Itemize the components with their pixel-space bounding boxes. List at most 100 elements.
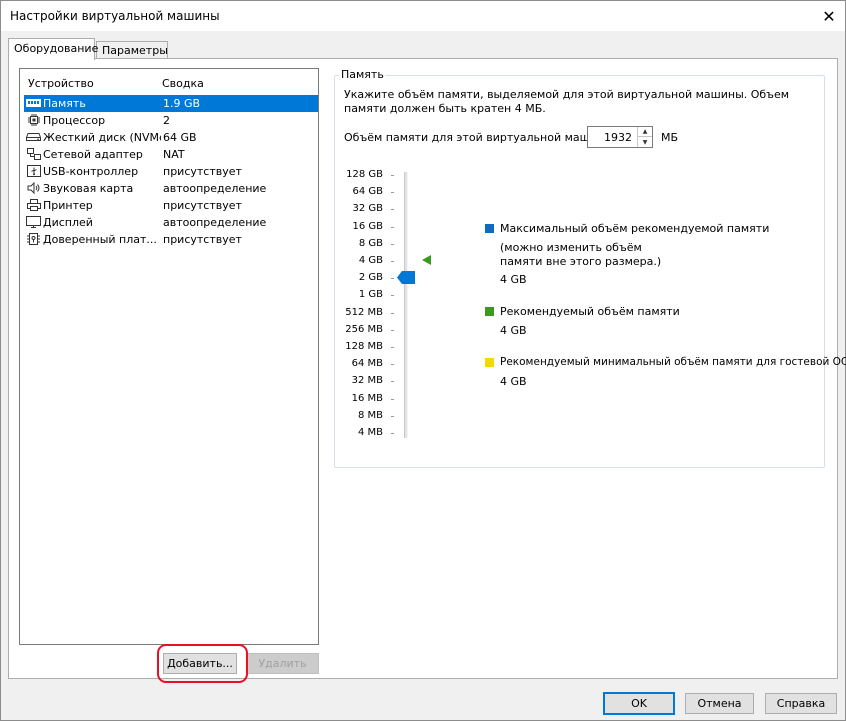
memory-scale-tick xyxy=(391,312,394,314)
memory-scale-tick xyxy=(391,381,394,383)
recommended-marker-icon xyxy=(422,255,432,265)
memory-icon xyxy=(26,97,41,109)
device-summary: присутствует xyxy=(163,233,242,246)
window-title: Настройки виртуальной машины xyxy=(10,9,220,23)
memory-scale-tick xyxy=(391,398,394,400)
network-adapter-icon xyxy=(26,148,41,160)
device-name: Жесткий диск (NVMe) xyxy=(43,131,161,144)
device-row-sound-card[interactable]: Звуковая карта автоопределение xyxy=(24,180,318,197)
memory-slider-thumb[interactable] xyxy=(397,271,415,284)
device-name: USB-контроллер xyxy=(43,165,139,178)
device-row-trusted-platform[interactable]: Доверенный плат... присутствует xyxy=(24,231,318,248)
device-row-usb-controller[interactable]: USB-контроллер присутствует xyxy=(24,163,318,180)
device-row-printer[interactable]: Принтер присутствует xyxy=(24,197,318,214)
memory-scale-tick xyxy=(391,192,394,194)
memory-scale-tick xyxy=(391,226,394,228)
processor-icon xyxy=(26,114,41,126)
memory-scale-label: 32 GB xyxy=(352,203,383,215)
memory-scale-label: 256 MB xyxy=(345,323,383,335)
hard-disk-icon xyxy=(26,131,41,143)
help-button[interactable]: Справка xyxy=(765,693,837,714)
device-row-memory[interactable]: Память 1.9 GB xyxy=(24,95,318,112)
device-name: Сетевой адаптер xyxy=(43,148,143,161)
speaker-icon xyxy=(26,182,41,194)
device-row-network-adapter[interactable]: Сетевой адаптер NAT xyxy=(24,146,318,163)
memory-scale-tick xyxy=(391,278,394,280)
memory-unit: МБ xyxy=(661,131,679,144)
column-header-device[interactable]: Устройство xyxy=(28,77,94,90)
device-row-processor[interactable]: Процессор 2 xyxy=(24,112,318,129)
device-name: Процессор xyxy=(43,114,106,127)
ok-button[interactable]: OK xyxy=(603,692,675,715)
device-summary: присутствует xyxy=(163,165,242,178)
device-summary: 1.9 GB xyxy=(163,97,201,110)
max-memory-title: Максимальный объём рекомендуемой памяти xyxy=(500,222,770,235)
memory-scale-label: 4 GB xyxy=(358,255,383,266)
close-icon[interactable]: ✕ xyxy=(813,1,845,31)
memory-scale-tick xyxy=(391,295,394,297)
device-list-header: Устройство Сводка xyxy=(20,77,318,93)
remove-button[interactable]: Удалить xyxy=(246,653,319,674)
usb-icon xyxy=(26,165,41,177)
column-header-summary[interactable]: Сводка xyxy=(162,77,204,90)
memory-scale-label: 16 MB xyxy=(351,392,383,404)
tab-options[interactable]: Параметры xyxy=(96,41,168,59)
spin-up-icon[interactable]: ▲ xyxy=(637,127,652,137)
device-name: Принтер xyxy=(43,199,93,212)
title-bar: Настройки виртуальной машины ✕ xyxy=(1,1,845,31)
memory-scale-tick xyxy=(391,364,394,366)
device-name: Дисплей xyxy=(43,216,93,229)
memory-scale-label: 128 MB xyxy=(345,341,383,352)
memory-size-value[interactable]: 1932 xyxy=(604,131,632,144)
recommended-memory-swatch xyxy=(485,307,494,316)
memory-group-title: Память xyxy=(339,68,386,81)
recommended-memory-value: 4 GB xyxy=(500,324,527,337)
display-icon xyxy=(26,216,41,228)
tpm-icon xyxy=(26,232,41,245)
memory-size-input[interactable]: 1932 ▲ ▼ xyxy=(587,126,653,148)
memory-scale-label: 1 GB xyxy=(358,289,383,301)
device-summary: присутствует xyxy=(163,199,242,212)
memory-scale-tick xyxy=(391,261,394,262)
device-summary: автоопределение xyxy=(163,182,267,195)
device-summary: автоопределение xyxy=(163,216,267,229)
memory-scale-tick xyxy=(391,243,394,245)
printer-icon xyxy=(26,199,41,211)
memory-scale-label: 512 MB xyxy=(345,306,383,318)
memory-description: Укажите объём памяти, выделяемой для это… xyxy=(344,88,790,115)
memory-scale-label: 64 GB xyxy=(352,186,383,198)
memory-scale-label: 4 MB xyxy=(357,427,383,438)
min-memory-swatch xyxy=(485,358,494,367)
memory-scale-label: 32 MB xyxy=(351,375,383,387)
memory-scale-label: 8 GB xyxy=(358,237,383,249)
min-memory-title: Рекомендуемый минимальный объём памяти д… xyxy=(500,356,846,368)
memory-scale-tick xyxy=(391,329,394,331)
add-button-highlight xyxy=(157,644,248,683)
device-row-display[interactable]: Дисплей автоопределение xyxy=(24,214,318,231)
recommended-memory-title: Рекомендуемый объём памяти xyxy=(500,305,680,318)
min-memory-value: 4 GB xyxy=(500,375,527,388)
device-list[interactable]: Устройство Сводка Память 1.9 GB Процессо… xyxy=(19,68,319,645)
memory-scale-tick xyxy=(391,347,394,348)
device-name: Звуковая карта xyxy=(43,182,134,195)
memory-scale-label: 16 GB xyxy=(352,220,383,232)
device-summary: NAT xyxy=(163,148,185,161)
memory-scale-tick xyxy=(391,433,394,434)
memory-field-label: Объём памяти для этой виртуальной машины… xyxy=(344,131,617,144)
memory-scale-label: 64 MB xyxy=(351,358,383,370)
memory-scale-label: 2 GB xyxy=(358,272,383,284)
device-row-hard-disk[interactable]: Жесткий диск (NVMe) 64 GB xyxy=(24,129,318,146)
cancel-button[interactable]: Отмена xyxy=(685,693,754,714)
memory-scale-label: 128 GB xyxy=(346,169,383,180)
device-name: Память xyxy=(43,97,86,110)
memory-scale-tick xyxy=(391,175,394,176)
max-memory-note: (можно изменить объём памяти вне этого р… xyxy=(500,241,662,268)
memory-scale-tick xyxy=(391,209,394,211)
device-summary: 2 xyxy=(163,114,170,127)
memory-scale-label: 8 MB xyxy=(357,409,383,421)
max-memory-value: 4 GB xyxy=(500,273,527,286)
memory-slider-track[interactable] xyxy=(404,172,408,438)
spin-down-icon[interactable]: ▼ xyxy=(637,137,652,147)
max-memory-swatch xyxy=(485,224,494,233)
tab-hardware[interactable]: Оборудование xyxy=(8,38,98,60)
